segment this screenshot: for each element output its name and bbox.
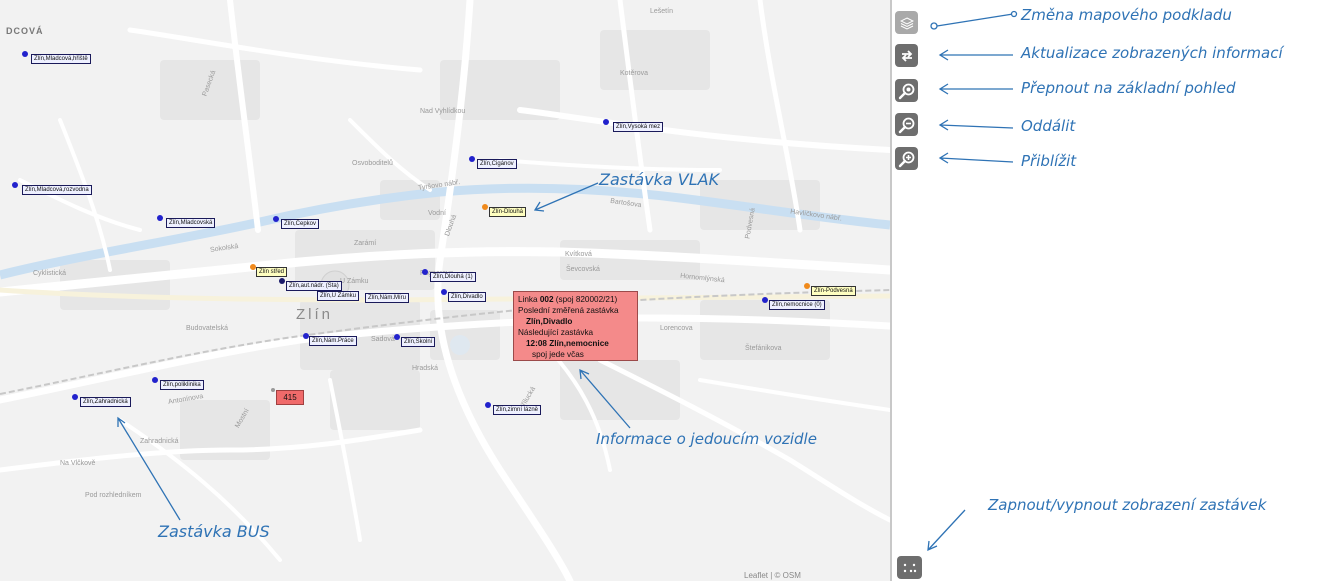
street-label: Kvítková: [565, 251, 592, 258]
street-label: Kotěrova: [620, 70, 649, 77]
map-attribution: Leaflet | © OSM: [744, 571, 801, 580]
stops-icon: [903, 563, 916, 572]
bus-stop-dot: [12, 182, 18, 188]
zoom-reset-icon: [898, 83, 914, 99]
stop-label: Zlín,Mladcová,rozvodna: [22, 185, 92, 195]
arrow-zoom-in: [938, 152, 1014, 164]
street-label: Cyklistická: [33, 270, 67, 277]
street-label: Zarámí: [354, 240, 377, 247]
arrow-update-info: [938, 49, 1013, 61]
last-stop-label: Poslední změřená zastávka: [518, 306, 619, 315]
street-label: Lorencova: [660, 325, 693, 332]
street-label: Zahradnická: [140, 438, 179, 445]
stop-label: Zlín,U Zámku: [317, 291, 360, 301]
stop-label: Zlín,Cigánov: [477, 159, 517, 169]
stop-label: Zlín,aut.nádr. (Sta): [286, 281, 342, 291]
city-label: Zlín: [296, 306, 334, 323]
stop-label: Zlín,Školní: [401, 337, 436, 347]
street-label: Lešetín: [650, 8, 673, 15]
map-canvas[interactable]: DCOVÁ Zlín Sokolská Kvítková Ševcovská H…: [0, 0, 890, 581]
refresh-button[interactable]: [895, 44, 918, 67]
toggle-stops-button[interactable]: [897, 556, 922, 579]
next-stop-value: 12:08 Zlín,nemocnice: [526, 339, 609, 348]
stop-label: Zlín,poliklinika: [160, 380, 204, 390]
street-label: Štefánikova: [745, 345, 782, 352]
annotation-bus-stop: Zastávka BUS: [158, 522, 270, 541]
vehicle-marker[interactable]: 415: [276, 390, 304, 405]
bus-stop-dot: [422, 269, 428, 275]
vehicle-info-popup[interactable]: Linka 002 (spoj 820002/21) Poslední změř…: [513, 291, 638, 361]
annotation-change-basemap: Změna mapového podkladu: [1021, 6, 1232, 24]
bus-stop-dot: [441, 289, 447, 295]
street-label: Budovatelská: [186, 325, 229, 332]
street-label: Nad Vyhlídkou: [420, 108, 466, 115]
stop-label: Zlín,Vysoká mez: [613, 122, 664, 132]
vehicle-status: spoj jede včas: [532, 350, 584, 359]
bus-stop-dot: [72, 394, 78, 400]
trip-id: (spoj 820002/21): [553, 295, 618, 304]
bus-stop-dot: [273, 216, 279, 222]
bus-stop-dot: [152, 377, 158, 383]
layers-icon: [899, 16, 914, 30]
stop-label: Zlín,Čepkov: [281, 219, 320, 229]
next-stop-label: Následující zastávka: [518, 328, 594, 337]
bus-stop-dot: [485, 402, 491, 408]
zoom-in-icon: [898, 151, 914, 167]
stop-label: Zlín,nemocnice (0): [769, 300, 825, 310]
bus-stop-dot: [762, 297, 768, 303]
stop-label: Zlín-Podvesná: [811, 286, 856, 296]
street-label: Hradská: [412, 365, 439, 372]
bus-stop-dot: [603, 119, 609, 125]
arrow-toggle-stops: [927, 509, 966, 552]
bus-stop-dot: [469, 156, 475, 162]
annotation-reset-view: Přepnout na základní pohled: [1021, 79, 1236, 97]
map-panel-divider: [890, 0, 892, 581]
refresh-icon: [901, 49, 912, 62]
annotation-zoom-out: Oddálit: [1021, 117, 1076, 135]
street-label: Pod rozhledníkem: [85, 492, 142, 499]
stop-label: Zlín,Mladcovská: [166, 218, 216, 228]
district-label: DCOVÁ: [6, 26, 44, 36]
layers-button[interactable]: [895, 11, 918, 34]
train-stop-dot: [482, 204, 488, 210]
annotation-vehicle-info: Informace o jedoucím vozidle: [596, 430, 817, 448]
stop-label: Zlín,Nám.Práce: [309, 336, 357, 346]
bus-stop-dot: [279, 278, 285, 284]
stop-label: Zlín,Divadlo: [448, 292, 486, 302]
street-label: Osvoboditelů: [352, 160, 393, 167]
street-label: Sadová: [371, 336, 395, 343]
annotation-train-stop: Zastávka VLAK: [599, 170, 720, 189]
bus-stop-dot: [157, 215, 163, 221]
stop-label: Zlín-Dlouhá: [489, 207, 527, 217]
street-label: U Zámku: [340, 278, 369, 285]
line-prefix: Linka: [518, 295, 540, 304]
annotation-update-info: Aktualizace zobrazených informací: [1021, 44, 1283, 62]
stop-label: Zlín,Dlouhá (1): [430, 272, 476, 282]
last-stop-value: Zlín,Divadlo: [526, 317, 573, 326]
stop-label: Zlín,Nám.Míru: [365, 293, 410, 303]
street-label: Ševcovská: [566, 266, 600, 273]
zoom-out-button[interactable]: [895, 113, 918, 136]
zoom-in-button[interactable]: [895, 147, 918, 170]
stop-label: Zlín,zimní lázně: [493, 405, 542, 415]
annotation-zoom-in: Přiblížit: [1021, 152, 1077, 170]
bus-stop-dot: [394, 334, 400, 340]
bus-stop-dot: [22, 51, 28, 57]
reset-view-button[interactable]: [895, 79, 918, 102]
arrow-zoom-out: [938, 119, 1014, 131]
line-number: 002: [539, 295, 554, 304]
street-label: Vodní: [428, 210, 446, 217]
arrow-reset-view: [938, 83, 1013, 95]
stop-label: Zlín,Zahradnická: [80, 397, 131, 407]
annotation-toggle-stops: Zapnout/vypnout zobrazení zastávek: [988, 496, 1267, 514]
street-label: Na Vlčkově: [60, 460, 96, 467]
stop-label: Zlín střed: [256, 267, 288, 277]
arrow-change-basemap: [936, 13, 1014, 27]
stop-label: Zlín,Mladcová,hřiště: [31, 54, 91, 64]
train-stop-dot: [804, 283, 810, 289]
vehicle-line-row: Linka 002 (spoj 820002/21): [518, 294, 637, 305]
zoom-out-icon: [898, 117, 914, 133]
